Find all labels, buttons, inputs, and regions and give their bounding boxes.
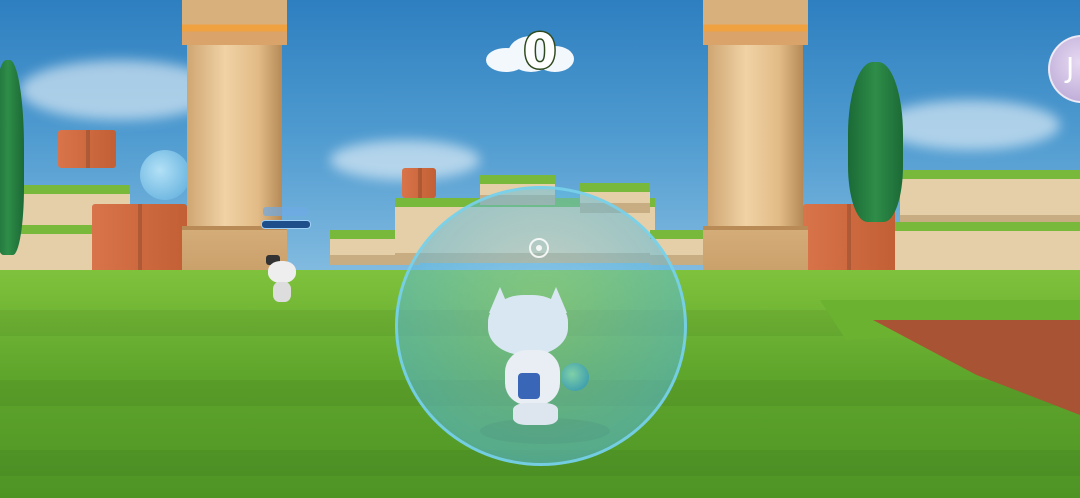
player-character	[483, 287, 593, 435]
floating-bubble	[140, 150, 190, 200]
ally-health-bar	[261, 220, 311, 229]
tree	[0, 60, 24, 255]
terrace-block	[900, 170, 1080, 225]
globe-icon	[561, 363, 589, 391]
ally-name-tag	[263, 207, 307, 216]
ally-character	[264, 255, 300, 303]
pillar-cap	[182, 0, 287, 45]
pillar-cap	[703, 0, 808, 45]
ally-body	[273, 282, 291, 302]
jetpack-icon	[518, 373, 540, 399]
tree	[848, 62, 903, 222]
crate	[402, 168, 436, 198]
cloud	[880, 100, 1060, 150]
score-counter: 0	[522, 23, 558, 82]
ally-head	[268, 261, 296, 283]
pillar-left	[182, 0, 287, 285]
player-legs	[513, 403, 558, 425]
crosshair-icon	[529, 238, 549, 258]
join-button-label: J	[1066, 51, 1075, 84]
crate	[58, 130, 116, 168]
game-viewport[interactable]: 0 J	[0, 0, 1080, 498]
pillar-right	[703, 0, 808, 285]
player-head	[488, 295, 568, 355]
